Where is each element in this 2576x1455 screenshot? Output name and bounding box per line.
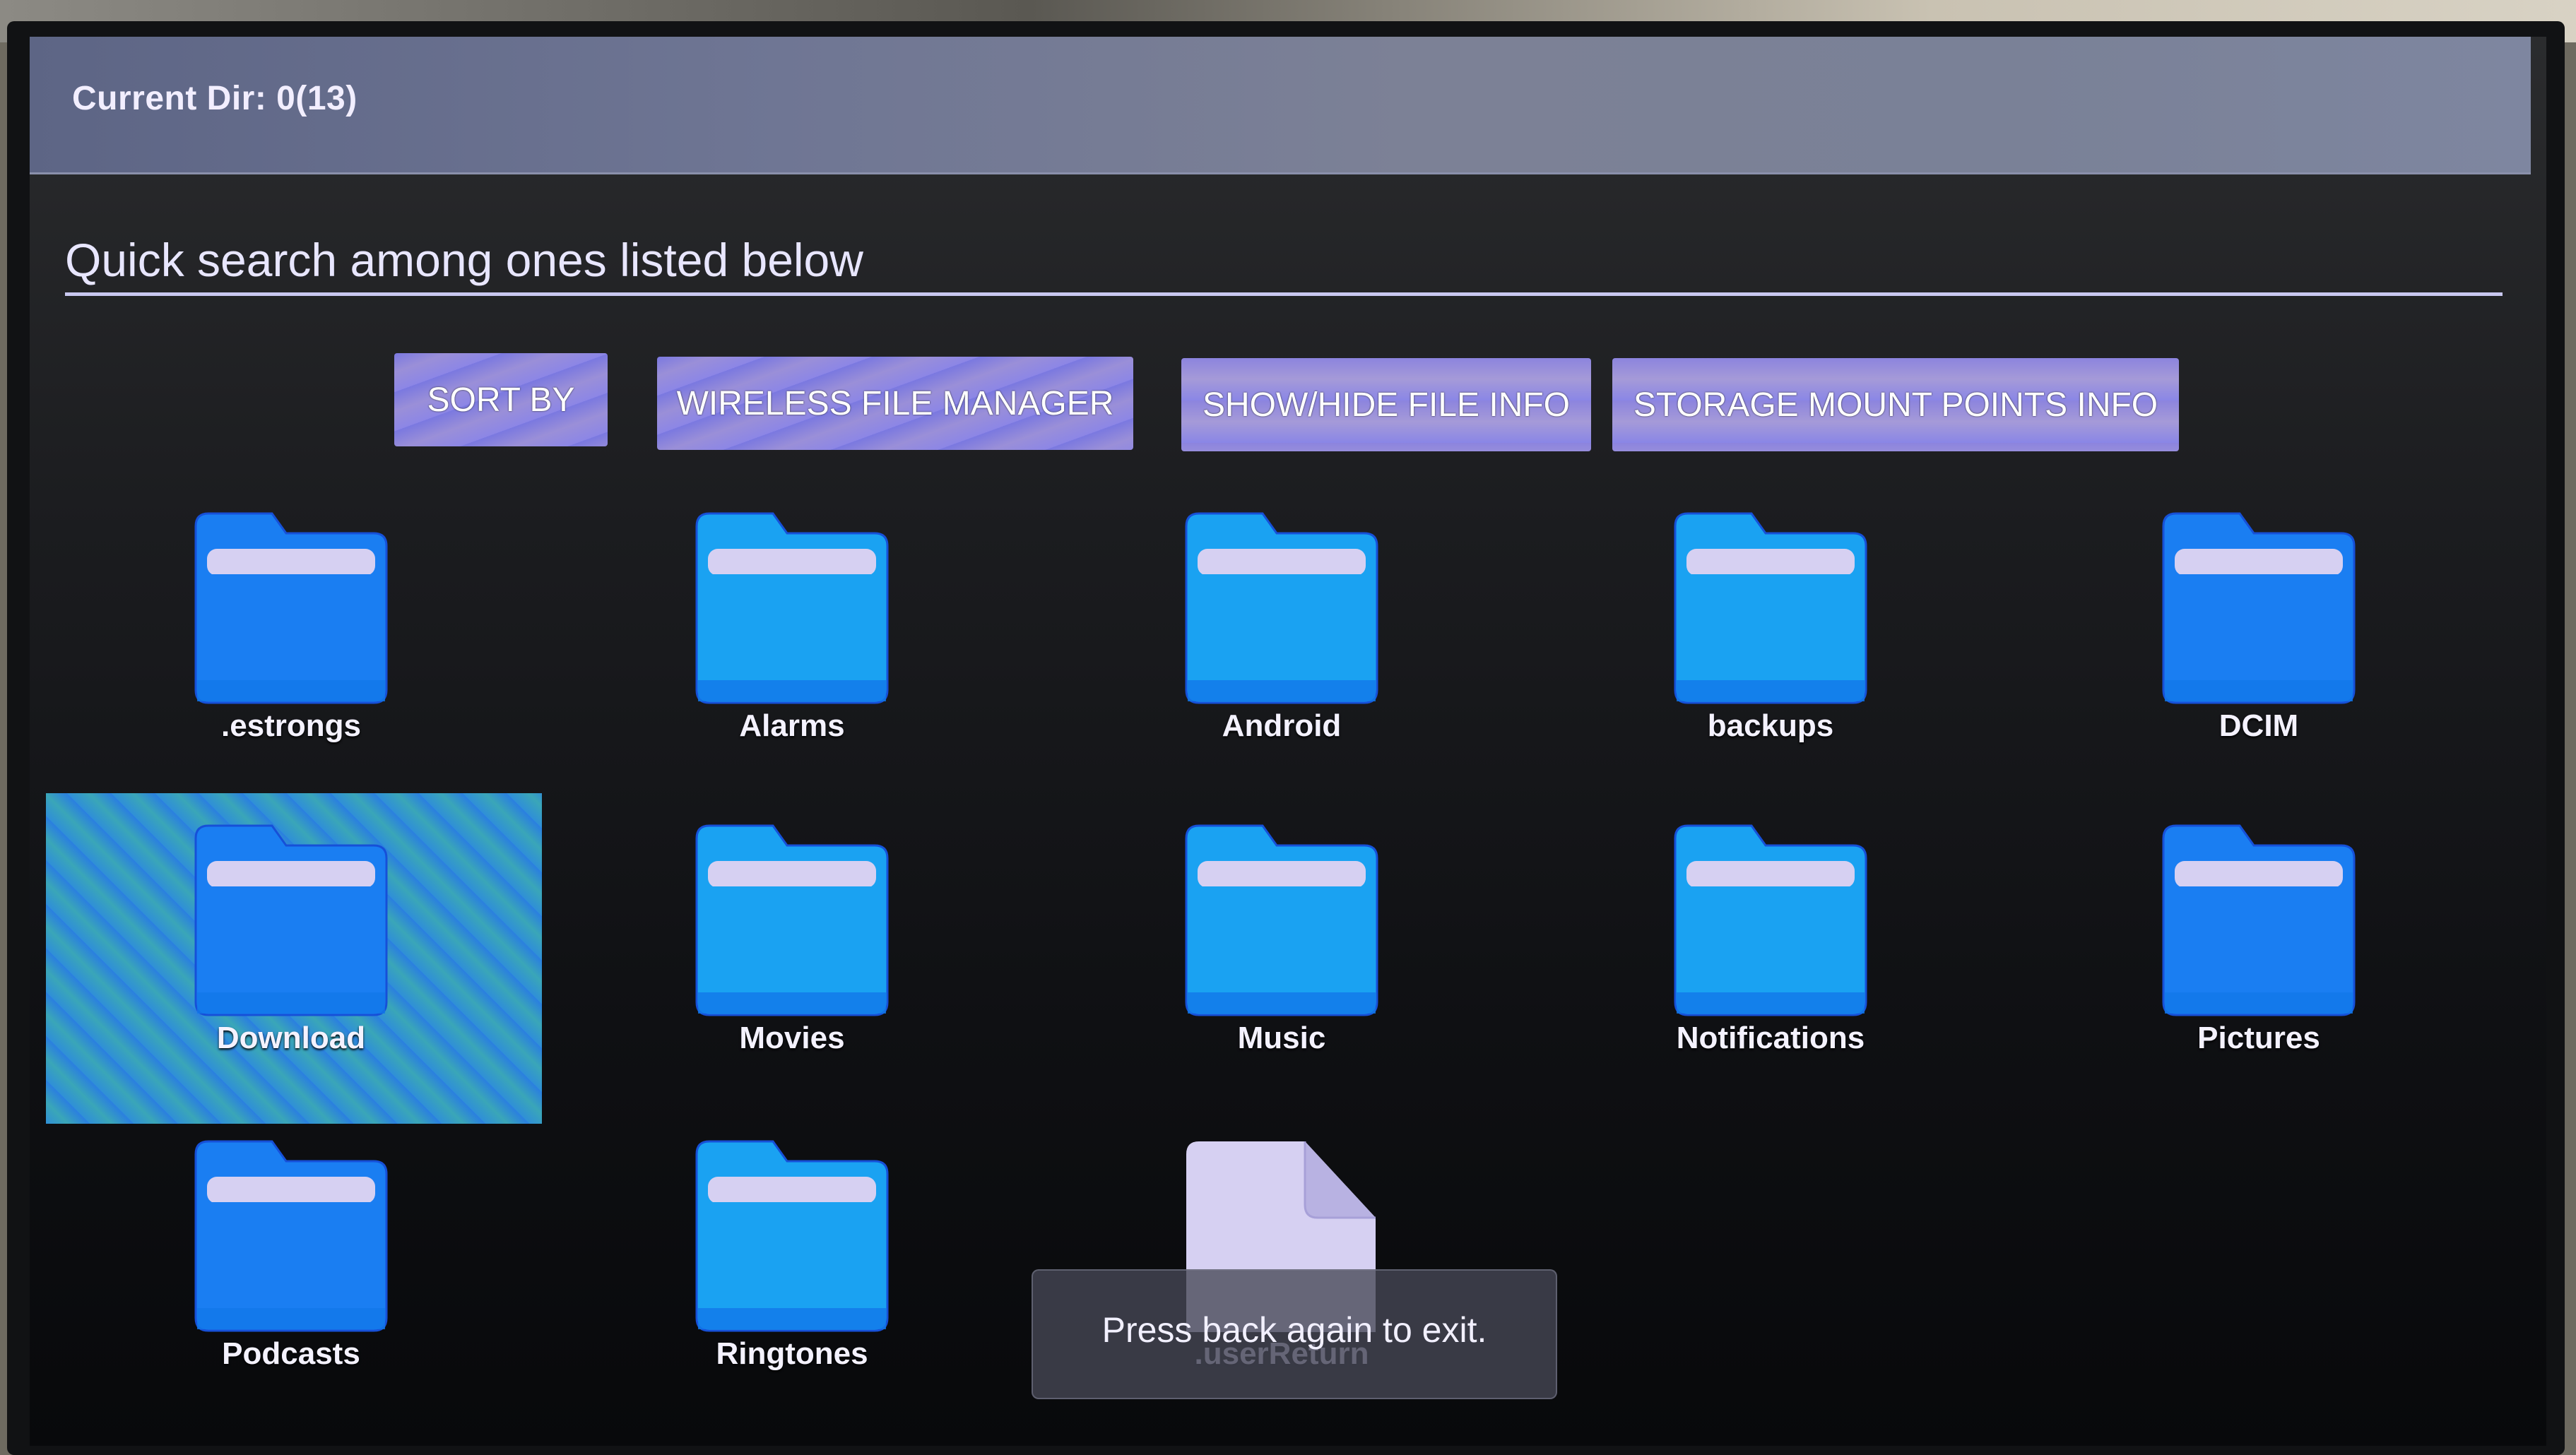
folder-icon (1185, 512, 1378, 704)
item-label: Music (1237, 1021, 1326, 1055)
item-label: Ringtones (716, 1336, 868, 1371)
folder-item[interactable]: Ringtones (644, 1140, 940, 1371)
folder-item[interactable]: Music (1133, 824, 1430, 1055)
item-label: Podcasts (222, 1336, 360, 1371)
folder-icon (1674, 824, 1867, 1016)
item-label: Download (216, 1021, 366, 1055)
item-label: Movies (739, 1021, 845, 1055)
show-hide-file-info-button[interactable]: SHOW/HIDE FILE INFO (1181, 358, 1591, 451)
folder-item[interactable]: backups (1622, 512, 1919, 743)
folder-item[interactable]: Movies (644, 824, 940, 1055)
item-label: Notifications (1676, 1021, 1865, 1055)
folder-icon (2162, 824, 2356, 1016)
folder-icon (1674, 512, 1867, 704)
item-label: Alarms (739, 708, 845, 743)
folder-icon (695, 1140, 889, 1332)
folder-icon (194, 512, 388, 704)
folder-icon (695, 824, 889, 1016)
item-label: DCIM (2218, 708, 2299, 743)
folder-item[interactable]: Pictures (2110, 824, 2407, 1055)
current-dir-label: Current Dir: 0(13) (72, 80, 358, 117)
folder-item[interactable]: Android (1133, 512, 1430, 743)
folder-item[interactable]: Alarms (644, 512, 940, 743)
tv-screen: Current Dir: 0(13) Quick search among on… (30, 37, 2546, 1446)
quick-search-input[interactable]: Quick search among ones listed below (65, 219, 2503, 296)
sort-by-button[interactable]: SORT BY (394, 353, 608, 446)
folder-item[interactable]: .estrongs (143, 512, 439, 743)
wireless-file-manager-button[interactable]: WIRELESS FILE MANAGER (657, 357, 1133, 450)
item-label: Pictures (2197, 1021, 2320, 1055)
folder-icon (695, 512, 889, 704)
item-label: backups (1707, 708, 1834, 743)
folder-item[interactable]: Download (143, 824, 439, 1055)
folder-item[interactable]: Notifications (1622, 824, 1919, 1055)
item-label: .estrongs (220, 708, 362, 743)
folder-icon (194, 824, 388, 1016)
folder-icon (194, 1140, 388, 1332)
toast-message: Press back again to exit. (1032, 1269, 1557, 1399)
folder-icon (2162, 512, 2356, 704)
folder-icon (1185, 824, 1378, 1016)
header-bar: Current Dir: 0(13) (30, 37, 2531, 174)
search-placeholder: Quick search among ones listed below (65, 234, 863, 286)
folder-item[interactable]: DCIM (2110, 512, 2407, 743)
storage-mount-points-info-button[interactable]: STORAGE MOUNT POINTS INFO (1612, 358, 2179, 451)
toast-text: Press back again to exit. (1101, 1310, 1487, 1350)
item-label: Android (1222, 708, 1342, 743)
folder-item[interactable]: Podcasts (143, 1140, 439, 1371)
